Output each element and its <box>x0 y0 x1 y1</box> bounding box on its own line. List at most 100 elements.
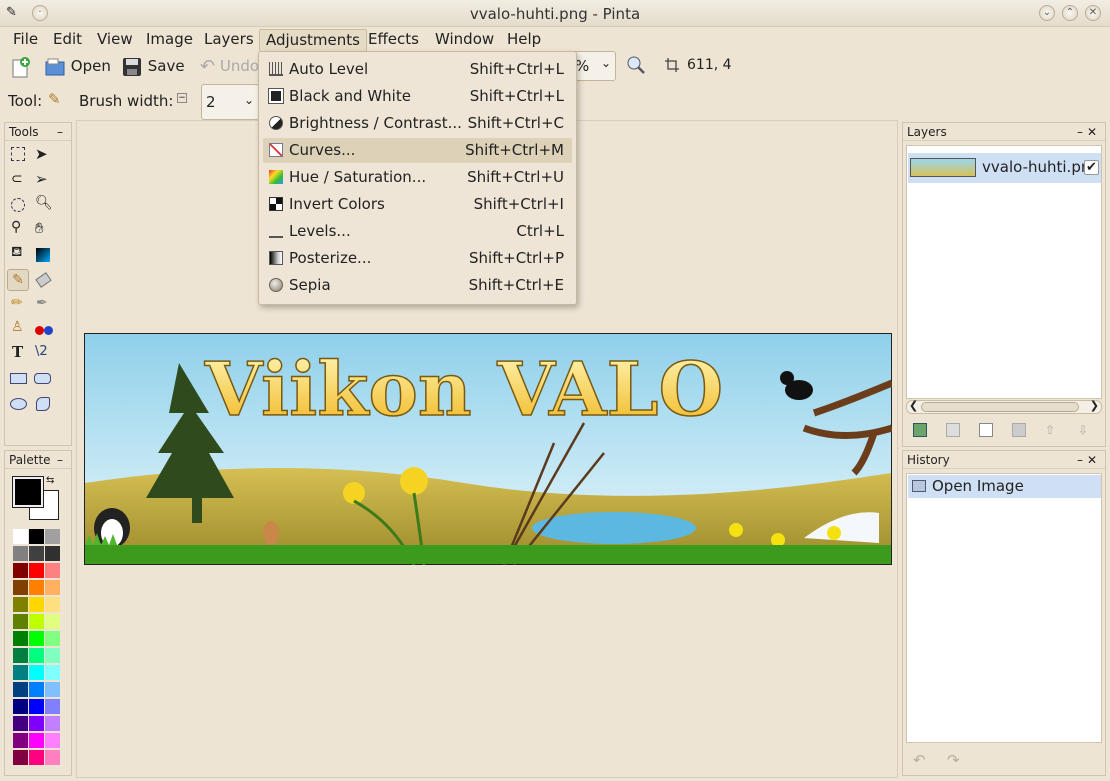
layer-visibility-checkbox[interactable]: ✔ <box>1084 160 1099 175</box>
menu-edit[interactable]: Edit <box>47 29 88 51</box>
rectangle-select-tool[interactable] <box>11 147 25 161</box>
scroll-left-icon[interactable]: ❮ <box>909 399 918 412</box>
palette-swatch[interactable] <box>13 716 28 731</box>
palette-swatch[interactable] <box>13 563 28 578</box>
palette-swatch[interactable] <box>13 733 28 748</box>
palette-swatch[interactable] <box>29 716 44 731</box>
palette-swatch[interactable] <box>29 529 44 544</box>
palette-swatch[interactable] <box>13 614 28 629</box>
freeform-shape-tool[interactable] <box>36 397 50 411</box>
menu-item-posterize[interactable]: Posterize... Shift+Ctrl+P <box>263 246 572 271</box>
eraser-tool[interactable] <box>35 272 52 288</box>
palette-swatch[interactable] <box>29 750 44 765</box>
palette-swatch[interactable] <box>29 597 44 612</box>
palette-swatch[interactable] <box>29 580 44 595</box>
zoom-in-button[interactable] <box>626 55 646 79</box>
menu-item-black-and-white[interactable]: Black and White Shift+Ctrl+L <box>263 84 572 109</box>
palette-swatch[interactable] <box>13 682 28 697</box>
palette-swatch[interactable] <box>29 665 44 680</box>
palette-swatch[interactable] <box>29 648 44 663</box>
palette-swatch[interactable] <box>29 563 44 578</box>
palette-swatch[interactable] <box>13 597 28 612</box>
palette-swatch[interactable] <box>45 631 60 646</box>
palette-swatch[interactable] <box>29 614 44 629</box>
menu-layers[interactable]: Layers <box>198 29 260 51</box>
palette-swatch[interactable] <box>45 529 60 544</box>
scrollbar-thumb[interactable] <box>921 402 1079 412</box>
move-layer-down-icon[interactable]: ⇩ <box>1078 423 1088 437</box>
paintbrush-tool[interactable]: ✎ <box>7 269 29 291</box>
line-curve-tool[interactable]: \2 <box>35 344 48 359</box>
menu-item-sepia[interactable]: Sepia Shift+Ctrl+E <box>263 273 572 298</box>
menu-adjustments[interactable]: Adjustments <box>259 29 367 51</box>
panel-controls-icon[interactable]: –✕ <box>1077 451 1101 469</box>
open-button[interactable]: Open <box>44 53 111 79</box>
menu-item-brightness-contrast[interactable]: Brightness / Contrast... Shift+Ctrl+C <box>263 111 572 136</box>
menu-item-curves[interactable]: Curves... Shift+Ctrl+M <box>263 138 572 163</box>
menu-image[interactable]: Image <box>140 29 199 51</box>
palette-swatch[interactable] <box>13 529 28 544</box>
palette-swatch[interactable] <box>29 682 44 697</box>
brush-width-combobox[interactable]: 2 ⌄ <box>201 84 259 120</box>
palette-swatch[interactable] <box>45 716 60 731</box>
text-tool[interactable]: T <box>12 343 23 361</box>
menu-effects[interactable]: Effects <box>362 29 425 51</box>
menu-view[interactable]: View <box>91 29 139 51</box>
move-selected-tool[interactable]: ➤ <box>35 145 48 163</box>
menu-item-auto-level[interactable]: Auto Level Shift+Ctrl+L <box>263 57 572 82</box>
panel-minimize-icon[interactable]: – <box>57 451 67 469</box>
menu-help[interactable]: Help <box>501 29 547 51</box>
palette-swatch[interactable] <box>13 648 28 663</box>
menu-file[interactable]: File <box>7 29 44 51</box>
paint-bucket-tool[interactable]: ⛾ <box>11 244 22 262</box>
image-canvas[interactable]: Viikon VALO <box>84 333 892 565</box>
close-button[interactable]: ✕ <box>1085 5 1101 21</box>
panel-controls-icon[interactable]: –✕ <box>1077 123 1101 141</box>
menu-window[interactable]: Window <box>429 29 500 51</box>
primary-color-swatch[interactable] <box>12 476 44 508</box>
undo-button[interactable]: ↶ Undo <box>200 53 259 79</box>
gradient-tool[interactable] <box>36 248 50 262</box>
palette-swatch[interactable] <box>13 631 28 646</box>
move-layer-up-icon[interactable]: ⇧ <box>1045 423 1055 437</box>
decrease-width-icon[interactable]: − <box>177 93 187 103</box>
palette-swatch[interactable] <box>13 546 28 561</box>
swap-colors-icon[interactable]: ⇆ <box>46 475 54 486</box>
palette-swatch[interactable] <box>13 750 28 765</box>
maximize-button[interactable]: ⌃ <box>1062 5 1078 21</box>
add-layer-icon[interactable] <box>913 423 927 437</box>
merge-layer-icon[interactable] <box>1012 423 1026 437</box>
palette-swatch[interactable] <box>45 597 60 612</box>
ellipse-select-tool[interactable] <box>11 198 25 212</box>
rounded-rectangle-tool[interactable] <box>34 373 51 384</box>
palette-swatch[interactable] <box>45 733 60 748</box>
lasso-select-tool[interactable]: ⊂ <box>11 171 23 187</box>
color-picker-tool[interactable]: ✒ <box>36 295 48 311</box>
pan-tool[interactable]: ✋︎ <box>35 219 44 237</box>
layer-row[interactable]: vvalo-huhti.pr ✔ <box>908 153 1101 183</box>
history-redo-icon[interactable]: ↷ <box>947 751 960 769</box>
clone-stamp-tool[interactable]: ♙ <box>11 319 24 335</box>
delete-layer-icon[interactable] <box>946 423 960 437</box>
scroll-right-icon[interactable]: ❯ <box>1090 399 1099 412</box>
menu-item-invert-colors[interactable]: Invert Colors Shift+Ctrl+I <box>263 192 572 217</box>
palette-swatch[interactable] <box>45 563 60 578</box>
pencil-tool[interactable]: ✏ <box>11 295 23 311</box>
layers-scrollbar[interactable]: ❮ ❯ <box>906 399 1102 414</box>
palette-swatch[interactable] <box>45 699 60 714</box>
recolor-tool[interactable] <box>35 321 53 339</box>
magic-wand-tool[interactable]: ⚲ <box>11 219 21 235</box>
zoom-tool[interactable]: 🔍︎ <box>35 195 53 211</box>
palette-swatch[interactable] <box>29 699 44 714</box>
palette-swatch[interactable] <box>29 631 44 646</box>
menu-item-hue-saturation[interactable]: Hue / Saturation... Shift+Ctrl+U <box>263 165 572 190</box>
menu-item-levels[interactable]: Levels... Ctrl+L <box>263 219 572 244</box>
palette-swatch[interactable] <box>45 614 60 629</box>
palette-swatch[interactable] <box>45 648 60 663</box>
duplicate-layer-icon[interactable] <box>979 423 993 437</box>
history-item[interactable]: Open Image <box>908 475 1101 498</box>
palette-swatch[interactable] <box>13 580 28 595</box>
panel-minimize-icon[interactable]: – <box>57 123 67 141</box>
ellipse-tool[interactable] <box>10 398 27 410</box>
palette-swatch[interactable] <box>45 580 60 595</box>
